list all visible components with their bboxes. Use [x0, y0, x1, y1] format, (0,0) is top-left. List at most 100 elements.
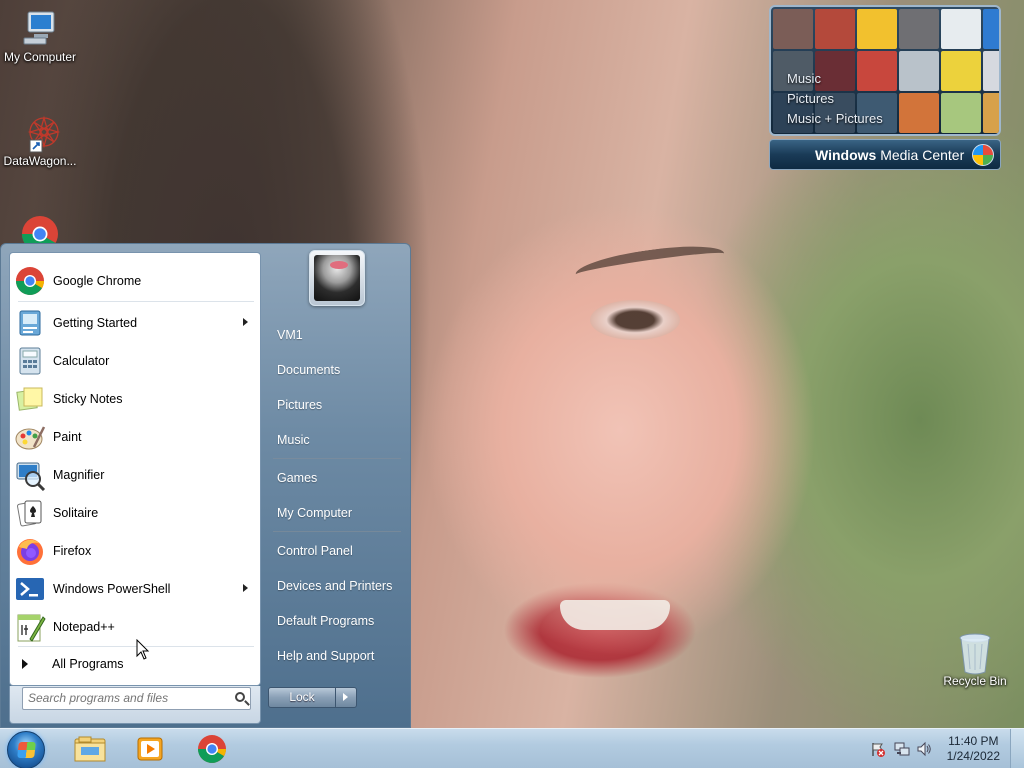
media-tile	[815, 9, 855, 49]
clock[interactable]: 11:40 PM 1/24/2022	[947, 734, 1000, 764]
clock-date: 1/24/2022	[946, 749, 1000, 763]
media-menu-music-pictures[interactable]: Music + Pictures	[787, 109, 883, 129]
desktop-icon-recycle-bin[interactable]: Recycle Bin	[935, 632, 1015, 688]
magnifier-icon	[14, 459, 46, 492]
submenu-arrow-icon	[243, 318, 248, 326]
media-menu-music[interactable]: Music	[787, 69, 883, 89]
desktop-icon-datawagon[interactable]: DataWagon...	[0, 112, 80, 168]
search-box[interactable]	[22, 687, 251, 710]
separator	[273, 458, 401, 459]
chrome-icon	[14, 265, 46, 297]
start-menu-right-pane: VM1 Documents Pictures Music Games My Co…	[263, 244, 411, 728]
desktop-icon-label: Recycle Bin	[943, 674, 1007, 688]
action-center-flag-icon[interactable]	[870, 741, 886, 757]
clock-time: 11:40 PM	[948, 734, 999, 748]
program-label: Getting Started	[53, 316, 138, 330]
wallpaper-detail	[590, 300, 680, 340]
show-desktop-button[interactable]	[1010, 729, 1024, 768]
desktop-icon-label: My Computer	[3, 50, 77, 64]
media-tile	[899, 93, 939, 133]
link-devices-printers[interactable]: Devices and Printers	[270, 571, 404, 601]
media-tile	[941, 93, 981, 133]
taskbar-media-player[interactable]	[124, 732, 176, 766]
link-control-panel[interactable]: Control Panel	[270, 536, 404, 566]
program-label: Solitaire	[53, 506, 99, 520]
program-paint[interactable]: Paint	[14, 419, 258, 455]
separator	[273, 531, 401, 532]
media-menu-pictures[interactable]: Pictures	[787, 89, 883, 109]
network-icon[interactable]	[894, 741, 910, 757]
program-label: Calculator	[53, 354, 110, 368]
program-label: Windows PowerShell	[53, 582, 171, 596]
media-center-title: Windows Media Center	[815, 147, 965, 163]
user-avatar[interactable]	[309, 250, 365, 306]
media-tile	[941, 51, 981, 91]
notepadpp-icon	[14, 611, 46, 643]
program-calculator[interactable]: Calculator	[14, 343, 258, 379]
program-label: Sticky Notes	[53, 392, 123, 406]
expand-arrow-icon	[22, 659, 28, 669]
media-tile	[899, 9, 939, 49]
desktop-icon-my-computer[interactable]: My Computer	[0, 8, 80, 64]
mouse-cursor-icon	[136, 639, 150, 660]
getting-started-icon	[14, 307, 46, 339]
powershell-icon	[14, 573, 46, 605]
programs-list: Google Chrome Getting Started Calculator…	[9, 252, 261, 686]
paint-icon	[14, 421, 46, 453]
link-documents[interactable]: Documents	[270, 355, 404, 385]
search-input[interactable]	[23, 688, 223, 708]
link-pictures[interactable]: Pictures	[270, 390, 404, 420]
taskbar-chrome[interactable]	[186, 732, 238, 766]
program-solitaire[interactable]: Solitaire	[14, 495, 258, 531]
start-menu: Google Chrome Getting Started Calculator…	[0, 243, 411, 728]
separator	[18, 301, 254, 302]
media-tile	[983, 9, 999, 49]
all-programs-label: All Programs	[52, 657, 124, 671]
lock-button[interactable]: Lock	[268, 687, 336, 708]
program-label: Google Chrome	[53, 274, 142, 288]
link-help-support[interactable]: Help and Support	[270, 641, 404, 671]
media-player-icon	[137, 737, 163, 761]
taskbar: 11:40 PM 1/24/2022	[0, 728, 1024, 768]
chrome-icon	[198, 735, 226, 763]
shutdown-options-button[interactable]	[336, 687, 357, 708]
media-tile	[857, 9, 897, 49]
wallpaper-detail	[560, 600, 670, 630]
media-center-gadget[interactable]: Music Pictures Music + Pictures	[769, 5, 1001, 136]
program-label: Notepad++	[53, 620, 115, 634]
taskbar-explorer[interactable]	[64, 732, 116, 766]
explorer-icon	[74, 736, 106, 762]
search-icon[interactable]	[235, 692, 245, 702]
link-my-computer[interactable]: My Computer	[270, 498, 404, 528]
recycle-bin-icon	[955, 632, 995, 675]
media-tile	[983, 93, 999, 133]
link-user-folder[interactable]: VM1	[270, 320, 404, 350]
media-center-menu: Music Pictures Music + Pictures	[787, 69, 883, 129]
avatar-image	[314, 255, 360, 301]
link-music[interactable]: Music	[270, 425, 404, 455]
computer-icon	[20, 8, 60, 48]
media-tile	[899, 51, 939, 91]
program-firefox[interactable]: Firefox	[14, 533, 258, 569]
desktop-icon-label: DataWagon...	[3, 154, 77, 168]
volume-icon[interactable]	[916, 741, 932, 757]
windows-logo-icon	[17, 742, 36, 758]
program-getting-started[interactable]: Getting Started	[14, 305, 258, 341]
calculator-icon	[14, 345, 46, 377]
windows-logo-icon	[972, 144, 994, 166]
system-tray: 11:40 PM 1/24/2022	[854, 729, 1024, 768]
sticky-notes-icon	[14, 383, 46, 415]
media-tile	[983, 51, 999, 91]
program-windows-powershell[interactable]: Windows PowerShell	[14, 571, 258, 607]
firefox-icon	[14, 535, 46, 567]
media-center-launch-bar[interactable]: Windows Media Center	[769, 139, 1001, 170]
program-sticky-notes[interactable]: Sticky Notes	[14, 381, 258, 417]
link-games[interactable]: Games	[270, 463, 404, 493]
wallpaper-detail	[573, 239, 727, 289]
program-google-chrome[interactable]: Google Chrome	[14, 263, 258, 299]
program-magnifier[interactable]: Magnifier	[14, 457, 258, 493]
program-label: Firefox	[53, 544, 92, 558]
link-default-programs[interactable]: Default Programs	[270, 606, 404, 636]
program-label: Magnifier	[53, 468, 105, 482]
start-button[interactable]	[7, 731, 45, 768]
